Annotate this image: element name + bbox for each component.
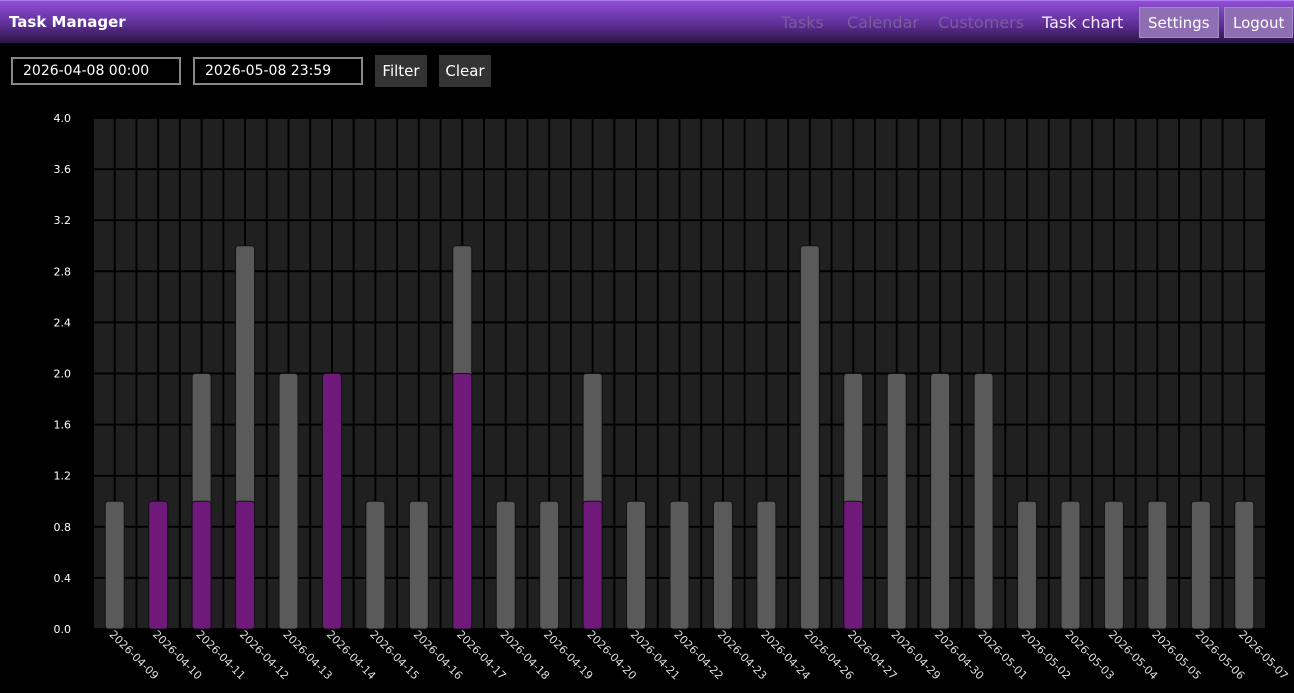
bar-total <box>669 500 690 630</box>
bar-total <box>1147 500 1168 630</box>
bar-total <box>1190 500 1211 630</box>
bar-total <box>104 500 125 630</box>
bar-total <box>886 373 907 630</box>
y-tick-label: 4.0 <box>54 112 72 125</box>
y-tick-label: 2.4 <box>54 316 72 329</box>
bar-total <box>930 373 951 630</box>
bar-highlight <box>191 500 212 630</box>
y-tick-label: 3.2 <box>54 214 72 227</box>
bar-total <box>1017 500 1038 630</box>
bar-total <box>1234 500 1255 630</box>
bar-total <box>756 500 777 630</box>
y-tick-label: 0.0 <box>54 623 72 636</box>
y-tick-label: 0.4 <box>54 572 72 585</box>
bar-total <box>626 500 647 630</box>
bar-total <box>365 500 386 630</box>
y-tick-label: 3.6 <box>54 163 72 176</box>
bar-highlight <box>843 500 864 630</box>
bar-highlight <box>148 500 169 630</box>
y-tick-label: 1.2 <box>54 470 72 483</box>
bar-total <box>495 500 516 630</box>
bar-highlight <box>582 500 603 630</box>
y-tick-label: 1.6 <box>54 419 72 432</box>
bar-total <box>1060 500 1081 630</box>
bar-highlight <box>235 500 256 630</box>
bar-highlight <box>452 373 473 630</box>
y-tick-label: 2.8 <box>54 265 72 278</box>
y-tick-label: 2.0 <box>54 368 72 381</box>
bar-total <box>408 500 429 630</box>
bar-total <box>1103 500 1124 630</box>
bar-total <box>973 373 994 630</box>
bar-highlight <box>321 373 342 630</box>
bar-total <box>712 500 733 630</box>
bar-total <box>539 500 560 630</box>
task-chart: 0.00.40.81.21.62.02.42.83.23.64.02026-04… <box>54 112 1291 682</box>
y-tick-label: 0.8 <box>54 521 72 534</box>
bar-total <box>278 373 299 630</box>
bar-total <box>799 245 820 630</box>
